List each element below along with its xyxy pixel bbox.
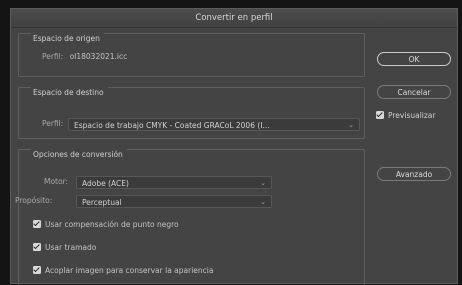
destination-space-group: Espacio de destino Perfil: Espacio de tr… bbox=[18, 87, 365, 139]
origin-profile-label: Perfil: bbox=[42, 52, 64, 61]
intent-label: Propósito: bbox=[15, 196, 53, 205]
flatten-image-checkbox[interactable]: Acoplar imagen para conservar la aparien… bbox=[33, 266, 213, 275]
flatten-image-label: Acoplar imagen para conservar la aparien… bbox=[45, 266, 214, 275]
advanced-button[interactable]: Avanzado bbox=[377, 167, 451, 181]
checkmark-icon bbox=[33, 243, 41, 251]
engine-select[interactable]: Adobe (ACE) ⌄ bbox=[76, 176, 272, 189]
origin-space-legend: Espacio de origen bbox=[31, 33, 104, 45]
convert-profile-dialog: Convertir en perfil Espacio de origen Pe… bbox=[10, 8, 458, 285]
intent-value: Perceptual bbox=[82, 198, 122, 207]
checkmark-icon bbox=[33, 266, 41, 274]
dialog-title: Convertir en perfil bbox=[11, 9, 457, 28]
chevron-down-icon: ⌄ bbox=[260, 198, 266, 206]
destination-profile-value: Espacio de trabajo CMYK - Coated GRACoL … bbox=[74, 121, 270, 130]
destination-profile-label: Perfil: bbox=[42, 119, 64, 128]
ok-button[interactable]: OK bbox=[377, 52, 451, 66]
intent-select[interactable]: Perceptual ⌄ bbox=[76, 195, 272, 208]
dither-label: Usar tramado bbox=[45, 243, 97, 252]
checkmark-icon bbox=[33, 220, 41, 228]
black-point-compensation-label: Usar compensación de punto negro bbox=[45, 220, 179, 229]
cancel-button[interactable]: Cancelar bbox=[377, 85, 451, 99]
origin-profile-value: ol18032021.icc bbox=[69, 52, 128, 61]
destination-space-legend: Espacio de destino bbox=[31, 87, 108, 99]
conversion-options-legend: Opciones de conversión bbox=[31, 149, 127, 161]
preview-label: Previsualizar bbox=[388, 111, 436, 120]
chevron-down-icon: ⌄ bbox=[348, 121, 354, 129]
engine-label: Motor: bbox=[44, 177, 69, 186]
preview-checkbox[interactable]: Previsualizar bbox=[376, 111, 436, 120]
black-point-compensation-checkbox[interactable]: Usar compensación de punto negro bbox=[33, 220, 179, 229]
checkmark-icon bbox=[376, 111, 384, 119]
dither-checkbox[interactable]: Usar tramado bbox=[33, 243, 96, 252]
origin-profile-row: Perfil: ol18032021.icc bbox=[42, 52, 127, 61]
conversion-options-group: Opciones de conversión Motor: Adobe (ACE… bbox=[15, 149, 365, 285]
chevron-down-icon: ⌄ bbox=[260, 179, 266, 187]
destination-profile-select[interactable]: Espacio de trabajo CMYK - Coated GRACoL … bbox=[68, 118, 360, 131]
engine-value: Adobe (ACE) bbox=[82, 179, 129, 188]
origin-space-group: Espacio de origen Perfil: ol18032021.icc bbox=[18, 33, 365, 77]
